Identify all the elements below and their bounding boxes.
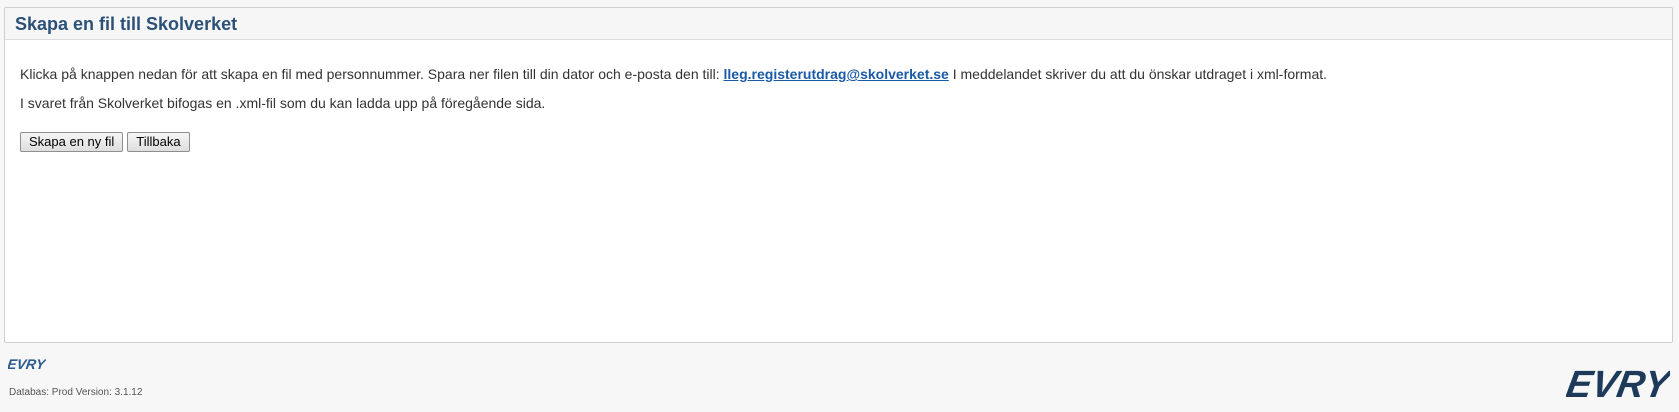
page-title: Skapa en fil till Skolverket [15, 14, 238, 34]
panel-heading: Skapa en fil till Skolverket [5, 8, 1672, 40]
button-row: Skapa en ny fil Tillbaka [20, 132, 1672, 152]
file-panel: Skapa en fil till Skolverket Klicka på k… [4, 7, 1673, 343]
response-text: I svaret från Skolverket bifogas en .xml… [20, 95, 546, 111]
back-button[interactable]: Tillbaka [127, 132, 190, 152]
evry-logo-small-text: EVRY [8, 356, 46, 372]
instruction-text-before: Klicka på knappen nedan för att skapa en… [20, 66, 724, 82]
version-info: Databas: Prod Version: 3.1.12 [9, 387, 143, 398]
evry-logo-big: EVRY [1566, 363, 1670, 406]
create-file-button[interactable]: Skapa en ny fil [20, 132, 124, 152]
instruction-text: Klicka på knappen nedan för att skapa en… [20, 65, 1672, 83]
evry-logo-big-text: EVRY [1566, 363, 1670, 406]
instruction-text-after: I meddelandet skriver du att du önskar u… [948, 66, 1328, 82]
evry-logo-small: EVRY [8, 356, 46, 372]
email-link[interactable]: lleg.registerutdrag@skolverket.se [724, 66, 949, 82]
panel-body: Klicka på knappen nedan för att skapa en… [5, 40, 1672, 152]
